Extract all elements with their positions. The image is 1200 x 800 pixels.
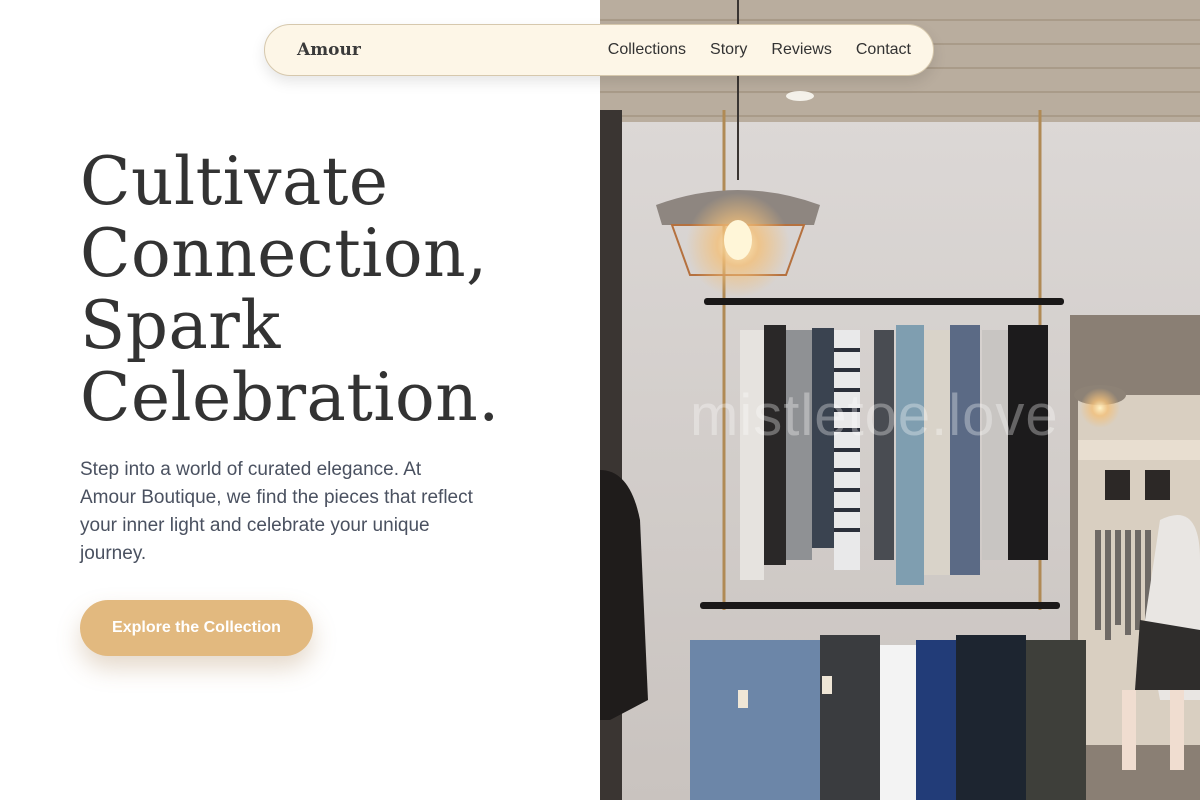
nav-links: Collections Story Reviews Contact (608, 41, 911, 59)
nav-link-contact[interactable]: Contact (856, 41, 911, 59)
nav-link-story[interactable]: Story (710, 41, 747, 59)
hero-title-line: Spark (80, 287, 281, 364)
watermark: mistletoe.love (690, 383, 1059, 448)
top-navbar: Amour Collections Story Reviews Contact (264, 24, 934, 76)
brand-logo[interactable]: Amour (297, 40, 361, 60)
hero-description: Step into a world of curated elegance. A… (80, 459, 473, 564)
hero-section: Cultivate Connection, Spark Celebration.… (0, 0, 600, 800)
hero-title-line: Cultivate (80, 143, 389, 220)
nav-link-collections[interactable]: Collections (608, 41, 686, 59)
hero-title-line: Connection, (80, 215, 488, 292)
hero-title-line: Celebration. (80, 359, 500, 436)
explore-collection-button[interactable]: Explore the Collection (80, 600, 313, 656)
boutique-photo: mistletoe.love (600, 0, 1200, 800)
nav-link-reviews[interactable]: Reviews (771, 41, 831, 59)
hero-title: Cultivate Connection, Spark Celebration. (80, 146, 500, 434)
